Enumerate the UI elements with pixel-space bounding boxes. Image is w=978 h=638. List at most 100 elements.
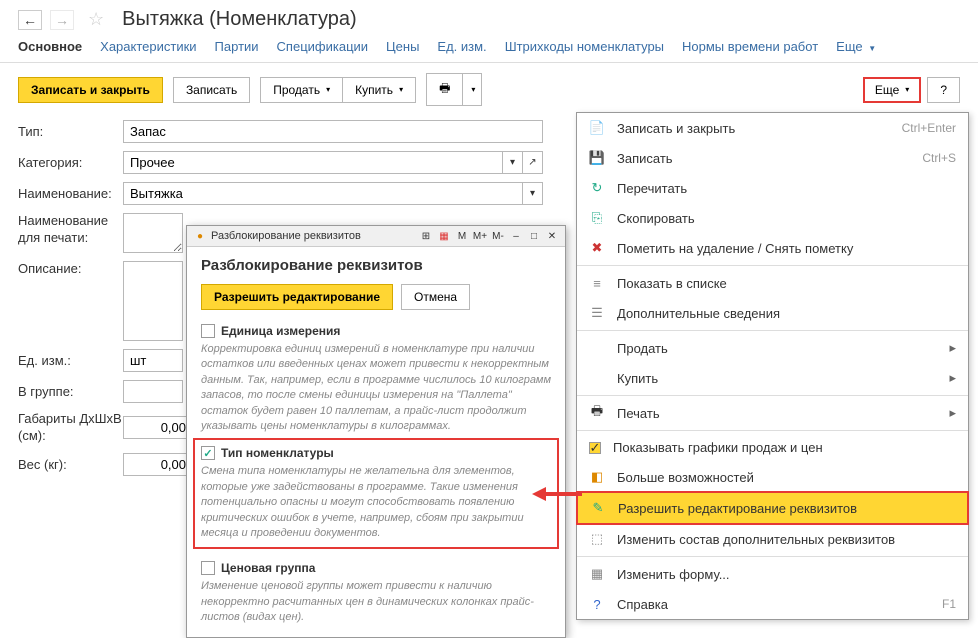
price-group-checkbox-label: Ценовая группа: [221, 561, 315, 575]
unit-input[interactable]: [123, 349, 183, 372]
checkbox-checked-icon: ✓: [589, 442, 601, 454]
help-icon: ?: [589, 596, 605, 612]
dialog-title-text: Разблокирование реквизитов: [211, 230, 361, 242]
menu-more-options[interactable]: ◧ Больше возможностей: [577, 462, 968, 492]
maximize-button[interactable]: □: [527, 229, 541, 243]
print-name-label: Наименование для печати:: [18, 213, 123, 247]
menu-buy[interactable]: Купить ▸: [577, 363, 968, 393]
menu-show-charts[interactable]: ✓ Показывать графики продаж и цен: [577, 433, 968, 462]
print-button[interactable]: 🖶: [426, 73, 462, 106]
form-icon: ▦: [589, 566, 605, 582]
unlock-attributes-dialog: ● Разблокирование реквизитов ⊞ ▦ M M+ M-…: [186, 225, 566, 638]
buy-button[interactable]: Купить ▾: [342, 77, 416, 103]
menu-separator: [577, 395, 968, 396]
mplus-button[interactable]: M+: [473, 229, 487, 243]
dialog-heading: Разблокирование реквизитов: [201, 257, 551, 274]
menu-write-close[interactable]: 📄 Записать и закрыть Ctrl+Enter: [577, 113, 968, 143]
name-dropdown-button[interactable]: ▾: [523, 182, 543, 205]
tab-worktime[interactable]: Нормы времени работ: [682, 39, 818, 54]
print-dropdown[interactable]: ▾: [462, 73, 482, 106]
chevron-right-icon: ▸: [949, 405, 956, 421]
menu-sell[interactable]: Продать ▸: [577, 333, 968, 363]
menu-help[interactable]: ? Справка F1: [577, 589, 968, 619]
chevron-right-icon: ▸: [949, 370, 956, 386]
annotation-arrow-icon: [532, 484, 582, 504]
menu-extra-info[interactable]: ☰ Дополнительные сведения: [577, 298, 968, 328]
unit-checkbox-label: Единица измерения: [221, 324, 340, 338]
weight-input[interactable]: [123, 453, 193, 476]
menu-change-extra[interactable]: ⬚ Изменить состав дополнительных реквизи…: [577, 524, 968, 554]
menu-separator: [577, 265, 968, 266]
section-unit: Единица измерения Корректировка единиц и…: [201, 324, 551, 434]
unit-label: Ед. изм.:: [18, 353, 123, 368]
save-icon: 💾: [589, 150, 605, 166]
section-price-group: Ценовая группа Изменение ценовой группы …: [201, 561, 551, 625]
tab-prices[interactable]: Цены: [386, 39, 419, 54]
menu-copy[interactable]: ⎘ Скопировать: [577, 203, 968, 233]
category-input[interactable]: [123, 151, 503, 174]
nav-forward-button[interactable]: →: [50, 10, 74, 30]
mminus-button[interactable]: M-: [491, 229, 505, 243]
type-checkbox[interactable]: ✓: [201, 446, 215, 460]
cancel-button[interactable]: Отмена: [401, 284, 470, 310]
menu-allow-edit[interactable]: ✎ Разрешить редактирование реквизитов: [576, 491, 969, 525]
sell-button[interactable]: Продать ▾: [260, 77, 342, 103]
price-group-description: Изменение ценовой группы может привести …: [201, 579, 551, 625]
tab-parties[interactable]: Партии: [215, 39, 259, 54]
type-checkbox-label: Тип номенклатуры: [221, 446, 334, 460]
minimize-button[interactable]: –: [509, 229, 523, 243]
print-name-input[interactable]: [123, 213, 183, 253]
desc-input[interactable]: [123, 261, 183, 341]
tab-characteristics[interactable]: Характеристики: [100, 39, 196, 54]
dims-input[interactable]: [123, 416, 193, 439]
app-icon: ●: [193, 229, 207, 243]
write-button[interactable]: Записать: [173, 77, 250, 103]
category-dropdown-button[interactable]: ▾: [503, 151, 523, 174]
info-icon: ☰: [589, 305, 605, 321]
unit-description: Корректировка единиц измерений в номенкл…: [201, 342, 551, 434]
allow-edit-button[interactable]: Разрешить редактирование: [201, 284, 393, 310]
unit-checkbox[interactable]: [201, 324, 215, 338]
more-button[interactable]: Еще ▾: [863, 77, 921, 103]
write-close-button[interactable]: Записать и закрыть: [18, 77, 163, 103]
options-icon: ◧: [589, 469, 605, 485]
menu-write[interactable]: 💾 Записать Ctrl+S: [577, 143, 968, 173]
properties-icon: ⬚: [589, 531, 605, 547]
tab-specifications[interactable]: Спецификации: [277, 39, 369, 54]
group-label: В группе:: [18, 384, 123, 399]
tab-more[interactable]: Еще ▼: [836, 39, 876, 54]
tab-units[interactable]: Ед. изм.: [437, 39, 486, 54]
help-button[interactable]: ?: [927, 77, 960, 103]
m-button[interactable]: M: [455, 229, 469, 243]
type-input[interactable]: [123, 120, 543, 143]
menu-show-list[interactable]: ≡ Показать в списке: [577, 268, 968, 298]
section-type: ✓ Тип номенклатуры Смена типа номенклату…: [193, 438, 559, 549]
tab-main[interactable]: Основное: [18, 39, 82, 54]
printer-icon: 🖶: [439, 79, 450, 100]
favorite-star-icon[interactable]: ☆: [88, 9, 104, 30]
menu-print[interactable]: 🖶 Печать ▸: [577, 398, 968, 428]
close-button[interactable]: ✕: [545, 229, 559, 243]
calendar-icon[interactable]: ▦: [437, 229, 451, 243]
type-description: Смена типа номенклатуры не желательна дл…: [201, 464, 551, 541]
category-open-button[interactable]: ↗: [523, 151, 543, 174]
menu-mark-delete[interactable]: ✖ Пометить на удаление / Снять пометку: [577, 233, 968, 263]
refresh-icon: ↻: [589, 180, 605, 196]
document-icon: 📄: [589, 120, 605, 136]
price-group-checkbox[interactable]: [201, 561, 215, 575]
dialog-titlebar[interactable]: ● Разблокирование реквизитов ⊞ ▦ M M+ M-…: [187, 226, 565, 247]
calc-icon[interactable]: ⊞: [419, 229, 433, 243]
menu-separator: [577, 330, 968, 331]
menu-change-form[interactable]: ▦ Изменить форму...: [577, 559, 968, 589]
name-input[interactable]: [123, 182, 523, 205]
group-input[interactable]: [123, 380, 183, 403]
weight-label: Вес (кг):: [18, 457, 123, 472]
delete-mark-icon: ✖: [589, 240, 605, 256]
tab-barcodes[interactable]: Штрихкоды номенклатуры: [505, 39, 664, 54]
list-icon: ≡: [589, 275, 605, 291]
printer-icon: 🖶: [589, 405, 605, 421]
nav-back-button[interactable]: ←: [18, 10, 42, 30]
menu-reread[interactable]: ↻ Перечитать: [577, 173, 968, 203]
category-label: Категория:: [18, 155, 123, 170]
menu-separator: [577, 556, 968, 557]
